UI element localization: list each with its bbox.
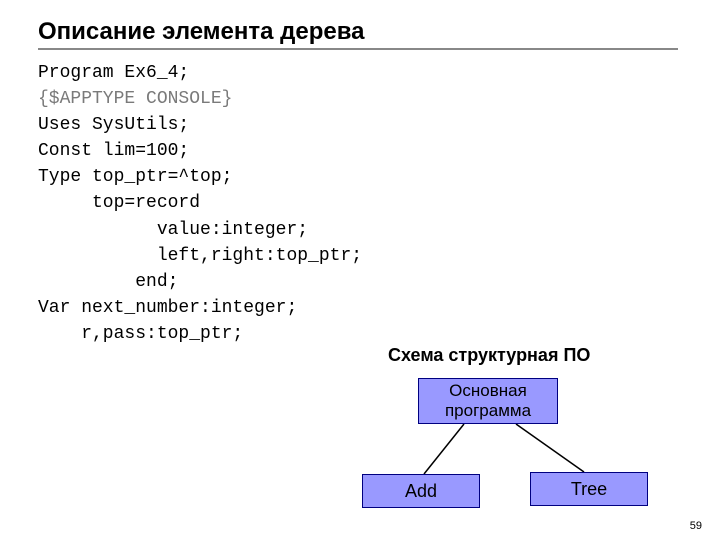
- code-line: r,pass:top_ptr;: [38, 324, 243, 344]
- diagram-box-main: Основная программа: [418, 378, 558, 424]
- diagram-box-tree-label: Tree: [571, 479, 607, 500]
- diagram-box-add: Add: [362, 474, 480, 508]
- slide-title: Описание элемента дерева: [38, 18, 678, 50]
- slide: Описание элемента дерева Program Ex6_4; …: [0, 0, 720, 540]
- code-line-directive: {$APPTYPE CONSOLE}: [38, 89, 232, 109]
- code-block: Program Ex6_4; {$APPTYPE CONSOLE} Uses S…: [38, 60, 720, 347]
- page-number: 59: [690, 520, 702, 532]
- diagram-box-add-label: Add: [405, 481, 437, 502]
- code-line: Uses SysUtils;: [38, 115, 189, 135]
- code-line: left,right:top_ptr;: [38, 246, 362, 266]
- code-line: end;: [38, 272, 178, 292]
- code-line: Var next_number:integer;: [38, 298, 297, 318]
- diagram-box-main-label: Основная программа: [445, 381, 531, 420]
- code-line: Type top_ptr=^top;: [38, 167, 232, 187]
- code-line: top=record: [38, 193, 200, 213]
- code-line: Const lim=100;: [38, 141, 189, 161]
- code-line: Program Ex6_4;: [38, 63, 189, 83]
- diagram-title: Схема структурная ПО: [388, 345, 590, 366]
- diagram-box-tree: Tree: [530, 472, 648, 506]
- code-line: value:integer;: [38, 220, 308, 240]
